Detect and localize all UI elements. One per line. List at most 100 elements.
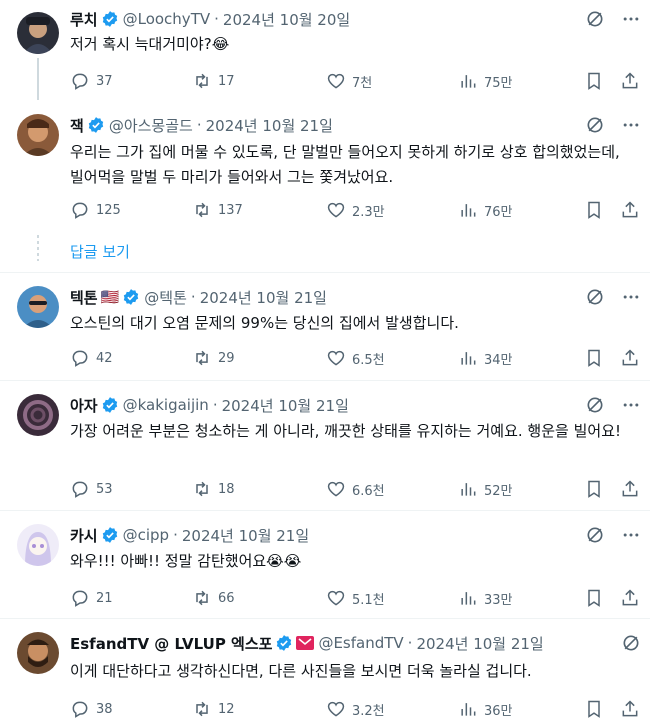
handle[interactable]: @아스몽골드 [109,115,193,136]
retweet-button[interactable]: 137 [192,198,243,222]
timestamp[interactable]: 2024년 10월 21일 [222,395,349,416]
more-options-icon[interactable] [620,8,642,30]
reply-count: 38 [96,701,113,717]
retweet-icon [196,701,208,717]
avatar[interactable] [17,114,59,156]
more-options-icon[interactable] [620,286,642,308]
separator-dot: · [196,116,202,134]
retweet-button[interactable]: 66 [192,586,235,610]
handle[interactable]: @LoochyTV [123,10,211,28]
share-button[interactable] [620,198,646,222]
share-button[interactable] [620,586,646,610]
views-icon [461,75,476,88]
thread-dots [37,235,39,261]
views-button[interactable]: 52만 [458,477,513,501]
bookmark-button[interactable] [584,69,610,93]
view-count: 76만 [484,204,513,220]
grok-icon[interactable] [584,8,606,30]
avatar[interactable] [17,524,59,566]
reply-button[interactable]: 42 [70,346,113,370]
timeline: 루치 @LoochyTV · 2024년 10월 20일 저거 혹시 늑대거미야… [0,0,650,728]
timestamp[interactable]: 2024년 10월 21일 [182,525,309,546]
retweet-count: 12 [218,701,235,717]
views-button[interactable]: 33만 [458,586,513,610]
tweet-header: 텍톤 🇺🇸 @텍톤 · 2024년 10월 21일 [70,286,590,308]
more-options-icon[interactable] [620,394,642,416]
retweet-button[interactable]: 12 [192,697,235,721]
tweet[interactable]: 아자 @kakigaijin · 2024년 10월 21일 가장 어려운 부분… [0,381,650,509]
like-button[interactable]: 5.1천 [326,586,385,610]
like-count: 6.6천 [352,483,385,499]
views-button[interactable]: 34만 [458,346,513,370]
handle[interactable]: @kakigaijin [123,396,209,414]
display-name[interactable]: 잭 [70,115,84,136]
bookmark-button[interactable] [584,697,610,721]
tweet[interactable]: 잭 @아스몽골드 · 2024년 10월 21일 우리는 그가 집에 머물 수 … [0,100,650,270]
bookmark-button[interactable] [584,586,610,610]
grok-icon[interactable] [584,114,606,136]
bookmark-button[interactable] [584,346,610,370]
like-count: 6.5천 [352,352,385,368]
reply-count: 125 [96,202,121,218]
handle[interactable]: @EsfandTV [318,634,403,652]
reply-button[interactable]: 21 [70,586,113,610]
display-name[interactable]: 루치 [70,9,98,30]
share-icon [622,700,638,717]
verified-badge-icon [102,11,117,27]
avatar[interactable] [17,12,59,54]
share-icon [622,480,638,497]
avatar[interactable] [17,394,59,436]
share-button[interactable] [620,346,646,370]
display-name[interactable]: 아자 [70,395,98,416]
view-count: 52만 [484,483,513,499]
timestamp[interactable]: 2024년 10월 20일 [223,9,350,30]
timestamp[interactable]: 2024년 10월 21일 [200,287,327,308]
avatar[interactable] [17,632,59,674]
tweet[interactable]: 루치 @LoochyTV · 2024년 10월 20일 저거 혹시 늑대거미야… [0,0,650,100]
like-button[interactable]: 6.5천 [326,346,385,370]
handle[interactable]: @텍톤 [144,287,187,308]
show-replies-link[interactable]: 답글 보기 [70,241,130,262]
tweet[interactable]: EsfandTV @ LVLUP 엑스포 @EsfandTV · 2024년 1… [0,619,650,728]
reply-button[interactable]: 125 [70,198,121,222]
share-button[interactable] [620,477,646,501]
share-button[interactable] [620,69,646,93]
retweet-button[interactable]: 17 [192,69,235,93]
share-button[interactable] [620,697,646,721]
tweet[interactable]: 카시 @cipp · 2024년 10월 21일 와우!!! 아빠!! 정말 감… [0,511,650,617]
bookmark-icon [588,700,600,718]
grok-icon[interactable] [620,632,642,654]
like-button[interactable]: 6.6천 [326,477,385,501]
retweet-button[interactable]: 29 [192,346,235,370]
reply-button[interactable]: 53 [70,477,113,501]
grok-icon[interactable] [584,286,606,308]
tweet-actions: 125 137 2.3만 76만 [64,198,644,222]
like-button[interactable]: 7천 [326,69,372,93]
more-options-icon[interactable] [620,524,642,546]
like-button[interactable]: 3.2천 [326,697,385,721]
retweet-button[interactable]: 18 [192,477,235,501]
display-name[interactable]: 카시 [70,525,98,546]
reply-button[interactable]: 37 [70,69,113,93]
timestamp[interactable]: 2024년 10월 21일 [416,633,543,654]
verified-badge-icon [102,397,117,413]
handle[interactable]: @cipp [123,526,169,544]
display-name[interactable]: EsfandTV @ LVLUP 엑스포 [70,633,272,654]
tweet-text: 가장 어려운 부분은 청소하는 게 아니라, 깨끗한 상태를 유지하는 거예요.… [70,422,622,440]
reply-button[interactable]: 38 [70,697,113,721]
like-button[interactable]: 2.3만 [326,198,385,222]
more-options-icon[interactable] [620,114,642,136]
bookmark-button[interactable] [584,477,610,501]
views-button[interactable]: 75만 [458,69,513,93]
views-button[interactable]: 36만 [458,697,513,721]
verified-badge-icon [124,289,139,305]
timestamp[interactable]: 2024년 10월 21일 [206,115,333,136]
display-name[interactable]: 텍톤 [70,287,98,308]
tweet[interactable]: 텍톤 🇺🇸 @텍톤 · 2024년 10월 21일 오스틴의 대기 오염 문제의… [0,273,650,379]
grok-icon[interactable] [584,524,606,546]
views-button[interactable]: 76만 [458,198,513,222]
avatar[interactable] [17,286,59,328]
separator-dot: · [407,634,413,652]
grok-icon[interactable] [584,394,606,416]
bookmark-button[interactable] [584,198,610,222]
